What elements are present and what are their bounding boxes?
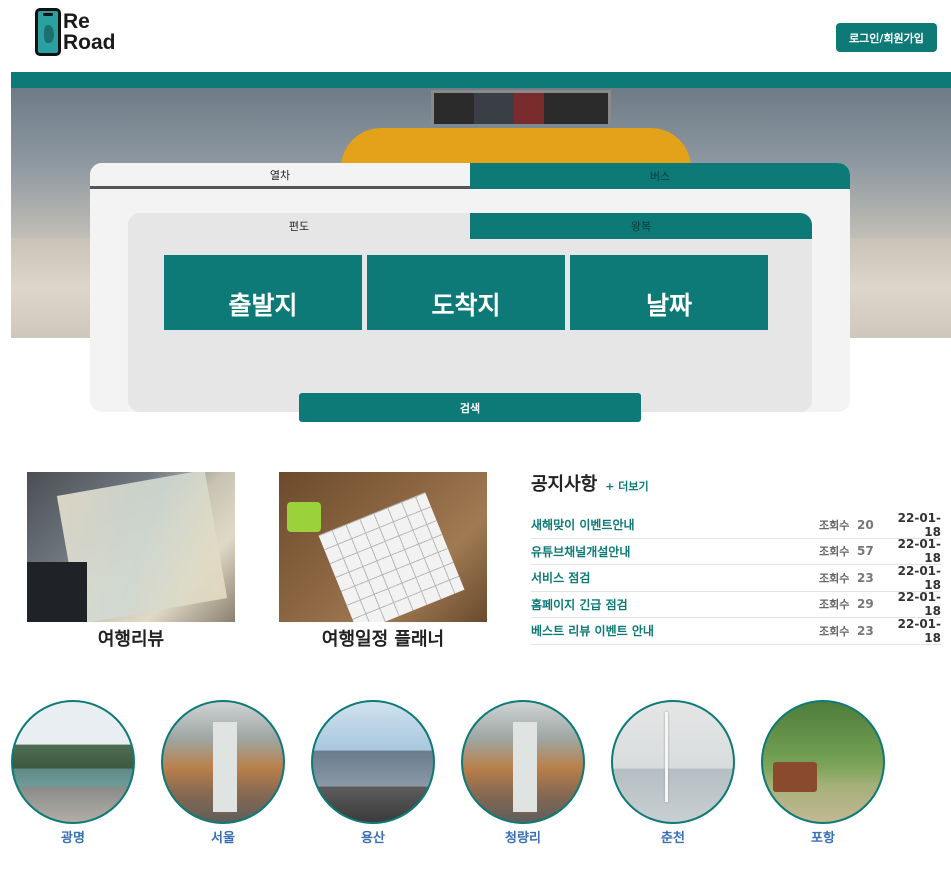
calendar-pad-detail <box>318 492 465 622</box>
city-name[interactable]: 청량리 <box>461 827 585 846</box>
notice-row[interactable]: 새해맞이 이벤트안내 조회수 20 22-01-18 <box>531 510 941 539</box>
date-field[interactable]: 날짜 <box>570 255 768 330</box>
search-button[interactable]: 검색 <box>299 393 641 422</box>
city-photo[interactable] <box>461 700 585 824</box>
notice-item-title[interactable]: 유튜브채널개설안내 <box>531 543 819 560</box>
notice-title: 공지사항 <box>531 474 598 495</box>
view-count: 23 <box>857 570 874 585</box>
tab-train[interactable]: 열차 <box>90 163 470 189</box>
view-count-label: 조회수 <box>819 624 850 638</box>
cup-image-detail <box>287 502 321 532</box>
view-count: 29 <box>857 597 874 612</box>
trip-type-tabs: 편도 왕복 <box>128 213 812 239</box>
notice-row[interactable]: 베스트 리뷰 이벤트 안내 조회수 23 22-01-18 <box>531 616 941 645</box>
logo[interactable]: Re Road <box>35 7 125 57</box>
departure-field[interactable]: 출발지 <box>164 255 362 330</box>
notice-row[interactable]: 서비스 점검 조회수 23 22-01-18 <box>531 563 941 592</box>
city-seoul[interactable]: 서울 <box>161 700 285 846</box>
card-travel-review[interactable]: 여행리뷰 <box>27 472 235 651</box>
city-name[interactable]: 춘천 <box>611 827 735 846</box>
view-count-label: 조회수 <box>819 545 850 559</box>
phone-map-icon <box>35 8 61 56</box>
notice-row[interactable]: 홈페이지 긴급 점검 조회수 29 22-01-18 <box>531 590 941 619</box>
city-photo[interactable] <box>161 700 285 824</box>
transport-tabs: 열차 버스 <box>90 163 850 189</box>
arrival-field[interactable]: 도착지 <box>367 255 565 330</box>
notice-item-title[interactable]: 서비스 점검 <box>531 569 819 586</box>
city-photo[interactable] <box>311 700 435 824</box>
notice-date: 22-01-18 <box>897 537 941 566</box>
hero-top-bar <box>11 72 951 88</box>
view-count-label: 조회수 <box>819 518 850 532</box>
travel-planner-label[interactable]: 여행일정 플래너 <box>279 625 487 651</box>
city-photo[interactable] <box>611 700 735 824</box>
travel-review-label[interactable]: 여행리뷰 <box>27 625 235 651</box>
notice-item-title[interactable]: 베스트 리뷰 이벤트 안내 <box>531 622 819 639</box>
login-signup-button[interactable]: 로그인/회원가입 <box>836 23 937 52</box>
city-cheongnyangni[interactable]: 청량리 <box>461 700 585 846</box>
logo-text: Re Road <box>63 11 116 53</box>
city-chuncheon[interactable]: 춘천 <box>611 700 735 846</box>
city-yongsan[interactable]: 용산 <box>311 700 435 846</box>
city-photo[interactable] <box>11 700 135 824</box>
notice-board: 공지사항 + 더보기 새해맞이 이벤트안내 조회수 20 22-01-18 유튜… <box>531 470 941 645</box>
tab-bus[interactable]: 버스 <box>470 163 850 189</box>
city-name[interactable]: 서울 <box>161 827 285 846</box>
card-travel-planner[interactable]: 여행일정 플래너 <box>279 472 487 651</box>
travel-planner-image[interactable] <box>279 472 487 622</box>
notice-date: 22-01-18 <box>897 616 941 645</box>
city-gwangmyeong[interactable]: 광명 <box>11 700 135 846</box>
travel-review-image[interactable] <box>27 472 235 622</box>
view-count: 57 <box>857 544 874 559</box>
city-pohang[interactable]: 포항 <box>761 700 885 846</box>
notice-row[interactable]: 유튜브채널개설안내 조회수 57 22-01-18 <box>531 537 941 566</box>
tab-one-way[interactable]: 편도 <box>128 213 470 239</box>
view-count: 23 <box>857 623 874 638</box>
notice-more-link[interactable]: + 더보기 <box>605 478 648 494</box>
hero-luggage-rack <box>431 90 611 124</box>
view-count-label: 조회수 <box>819 571 850 585</box>
city-photo[interactable] <box>761 700 885 824</box>
city-name[interactable]: 용산 <box>311 827 435 846</box>
view-count-label: 조회수 <box>819 598 850 612</box>
notice-item-title[interactable]: 홈페이지 긴급 점검 <box>531 596 819 613</box>
notice-date: 22-01-18 <box>897 590 941 619</box>
logo-line-2: Road <box>63 31 116 54</box>
notice-date: 22-01-18 <box>897 563 941 592</box>
notice-item-title[interactable]: 새해맞이 이벤트안내 <box>531 516 819 533</box>
tab-round-trip[interactable]: 왕복 <box>470 213 812 239</box>
search-fields: 출발지 도착지 날짜 <box>164 255 768 330</box>
city-name[interactable]: 포항 <box>761 827 885 846</box>
search-panel: 열차 버스 편도 왕복 출발지 도착지 날짜 <box>90 163 850 412</box>
city-name[interactable]: 광명 <box>11 827 135 846</box>
logo-line-1: Re <box>63 10 90 33</box>
notice-date: 22-01-18 <box>897 510 941 539</box>
trip-panel: 편도 왕복 출발지 도착지 날짜 <box>128 213 812 412</box>
view-count: 20 <box>857 517 874 532</box>
car-dashboard-detail <box>27 562 87 622</box>
